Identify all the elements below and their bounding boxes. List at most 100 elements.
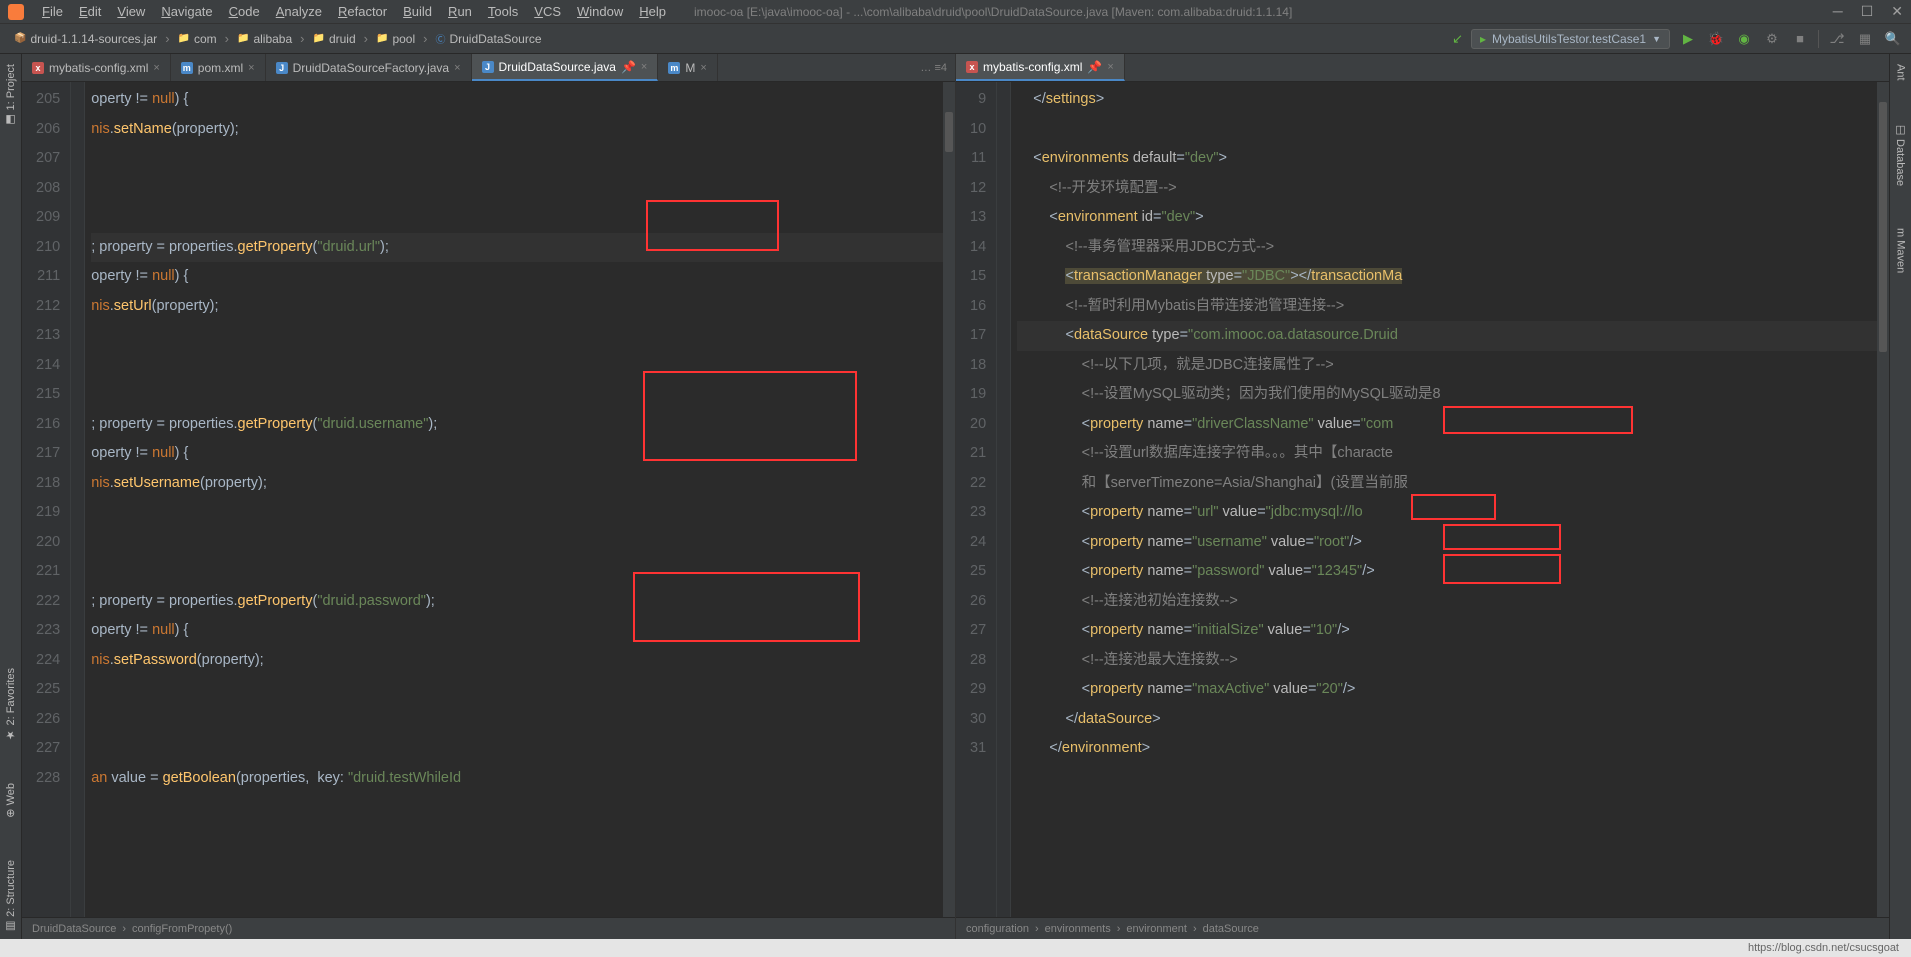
code-line[interactable]: </environment>: [1017, 734, 1877, 764]
left-fold-gutter[interactable]: [71, 82, 85, 917]
crumb[interactable]: dataSource: [1203, 923, 1259, 935]
breadcrumb-item[interactable]: 📦druid-1.1.14-sources.jar: [8, 32, 163, 46]
right-scrollbar[interactable]: [1877, 82, 1889, 917]
crumb[interactable]: DruidDataSource: [32, 923, 116, 935]
code-line[interactable]: [91, 705, 943, 735]
crumb[interactable]: environments: [1045, 923, 1111, 935]
code-line[interactable]: <!--以下几项，就是JDBC连接属性了-->: [1017, 351, 1877, 381]
code-line[interactable]: [91, 557, 943, 587]
menu-vcs[interactable]: VCS: [526, 4, 569, 19]
code-line[interactable]: ; property = properties.getProperty("dru…: [91, 587, 943, 617]
ant-tool-button[interactable]: Ant: [1893, 58, 1909, 87]
editor-tab[interactable]: xmybatis-config.xml📌×: [956, 54, 1125, 81]
menu-file[interactable]: File: [34, 4, 71, 19]
right-fold-gutter[interactable]: [997, 82, 1011, 917]
code-line[interactable]: <property name="username" value="root"/>: [1017, 528, 1877, 558]
stop-icon[interactable]: ■: [1790, 29, 1810, 49]
left-code-area[interactable]: 2052062072082092102112122132142152162172…: [22, 82, 955, 917]
code-line[interactable]: ; property = properties.getProperty("dru…: [91, 410, 943, 440]
structure-tool-button[interactable]: ▤ 2: Structure: [2, 854, 19, 939]
menu-edit[interactable]: Edit: [71, 4, 109, 19]
crumb[interactable]: environment: [1126, 923, 1187, 935]
close-tab-icon[interactable]: ×: [700, 62, 706, 74]
code-line[interactable]: [91, 144, 943, 174]
close-tab-icon[interactable]: ×: [1107, 61, 1113, 73]
project-tool-button[interactable]: ◨ 1: Project: [2, 58, 19, 133]
code-line[interactable]: [91, 380, 943, 410]
crumb[interactable]: configFromPropety(): [132, 923, 232, 935]
code-line[interactable]: <!--设置MySQL驱动类；因为我们使用的MySQL驱动是8: [1017, 380, 1877, 410]
favorites-tool-button[interactable]: ★ 2: Favorites: [2, 662, 19, 748]
close-tab-icon[interactable]: ×: [454, 62, 460, 74]
code-line[interactable]: [91, 528, 943, 558]
code-line[interactable]: nis.setUsername(property);: [91, 469, 943, 499]
build-icon[interactable]: ↙: [1452, 31, 1463, 47]
code-line[interactable]: <!--暂时利用Mybatis自带连接池管理连接-->: [1017, 292, 1877, 322]
code-line[interactable]: <environments default="dev">: [1017, 144, 1877, 174]
code-line[interactable]: <!--设置url数据库连接字符串。。。其中【characte: [1017, 439, 1877, 469]
editor-tab[interactable]: xmybatis-config.xml×: [22, 54, 171, 81]
editor-tab[interactable]: JDruidDataSource.java📌×: [472, 54, 659, 81]
web-tool-button[interactable]: ⊕ Web: [2, 777, 19, 824]
left-code[interactable]: operty != null) {nis.setName(property); …: [85, 82, 943, 917]
right-code[interactable]: </settings> <environments default="dev">…: [1011, 82, 1877, 917]
breadcrumb-item[interactable]: ⒸDruidDataSource: [429, 31, 547, 46]
editor-tab[interactable]: JDruidDataSourceFactory.java×: [266, 54, 472, 81]
breadcrumb-item[interactable]: 📁alibaba: [231, 32, 298, 46]
minimize-icon[interactable]: ─: [1833, 3, 1843, 20]
breadcrumb-item[interactable]: 📁druid: [307, 32, 362, 46]
code-line[interactable]: [91, 174, 943, 204]
breadcrumb-item[interactable]: 📁com: [172, 32, 223, 46]
code-line[interactable]: <property name="url" value="jdbc:mysql:/…: [1017, 498, 1877, 528]
code-line[interactable]: <!--连接池初始连接数-->: [1017, 587, 1877, 617]
code-line[interactable]: nis.setUrl(property);: [91, 292, 943, 322]
code-line[interactable]: operty != null) {: [91, 85, 943, 115]
editor-tab[interactable]: mM×: [658, 54, 717, 81]
code-line[interactable]: [91, 321, 943, 351]
close-tab-icon[interactable]: ×: [641, 61, 647, 73]
code-line[interactable]: <property name="driverClassName" value="…: [1017, 410, 1877, 440]
code-line[interactable]: [1017, 115, 1877, 145]
menu-refactor[interactable]: Refactor: [330, 4, 395, 19]
menu-help[interactable]: Help: [631, 4, 674, 19]
code-line[interactable]: </settings>: [1017, 85, 1877, 115]
menu-run[interactable]: Run: [440, 4, 480, 19]
breadcrumb-item[interactable]: 📁pool: [370, 32, 421, 46]
menu-navigate[interactable]: Navigate: [153, 4, 220, 19]
code-line[interactable]: <transactionManager type="JDBC"></transa…: [1017, 262, 1877, 292]
code-line[interactable]: operty != null) {: [91, 439, 943, 469]
vcs-icon[interactable]: ⎇: [1827, 29, 1847, 49]
maximize-icon[interactable]: ☐: [1861, 3, 1874, 20]
code-line[interactable]: <dataSource type="com.imooc.oa.datasourc…: [1017, 321, 1877, 351]
code-line[interactable]: operty != null) {: [91, 262, 943, 292]
code-line[interactable]: nis.setPassword(property);: [91, 646, 943, 676]
code-line[interactable]: operty != null) {: [91, 616, 943, 646]
code-line[interactable]: [91, 675, 943, 705]
database-tool-button[interactable]: ◫ Database: [1892, 117, 1909, 192]
code-line[interactable]: [91, 734, 943, 764]
code-line[interactable]: <environment id="dev">: [1017, 203, 1877, 233]
maven-tool-button[interactable]: m Maven: [1893, 222, 1909, 279]
tabs-overflow[interactable]: … ≡4: [912, 62, 955, 74]
close-icon[interactable]: ✕: [1891, 3, 1903, 20]
run-icon[interactable]: ▶: [1678, 29, 1698, 49]
menu-window[interactable]: Window: [569, 4, 631, 19]
menu-view[interactable]: View: [109, 4, 153, 19]
code-line[interactable]: an value = getBoolean(properties, key: "…: [91, 764, 943, 794]
right-code-area[interactable]: 9101112131415161718192021222324252627282…: [956, 82, 1889, 917]
crumb[interactable]: configuration: [966, 923, 1029, 935]
code-line[interactable]: <property name="maxActive" value="20"/>: [1017, 675, 1877, 705]
code-line[interactable]: [91, 203, 943, 233]
code-line[interactable]: <!--事务管理器采用JDBC方式-->: [1017, 233, 1877, 263]
left-scrollbar[interactable]: [943, 82, 955, 917]
search-icon[interactable]: 🔍: [1883, 29, 1903, 49]
menu-analyze[interactable]: Analyze: [268, 4, 330, 19]
menu-build[interactable]: Build: [395, 4, 440, 19]
project-structure-icon[interactable]: ▦: [1855, 29, 1875, 49]
close-tab-icon[interactable]: ×: [248, 62, 254, 74]
code-line[interactable]: <property name="password" value="12345"/…: [1017, 557, 1877, 587]
code-line[interactable]: </dataSource>: [1017, 705, 1877, 735]
code-line[interactable]: <!--开发环境配置-->: [1017, 174, 1877, 204]
profile-icon[interactable]: ⚙: [1762, 29, 1782, 49]
run-config-selector[interactable]: ▸ MybatisUtilsTestor.testCase1 ▼: [1471, 29, 1670, 49]
